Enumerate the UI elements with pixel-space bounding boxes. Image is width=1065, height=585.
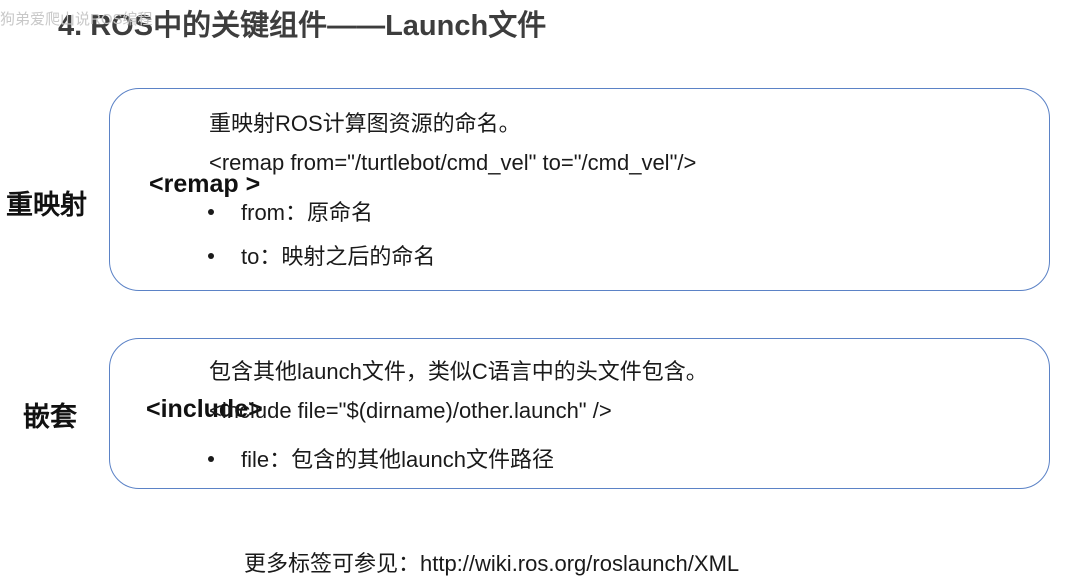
section-label-remap: 重映射 (6, 190, 87, 220)
bullet-text: to：映射之后的命名 (241, 244, 436, 269)
bullet-text: from：原命名 (241, 200, 374, 225)
include-example: <include file="$(dirname)/other.launch" … (209, 398, 612, 423)
include-description: 包含其他launch文件，类似C语言中的头文件包含。 (209, 359, 708, 384)
bullet-dot (208, 209, 214, 216)
footer-reference: 更多标签可参见：http://wiki.ros.org/roslaunch/XM… (244, 551, 740, 576)
remap-bullet-from: from：原命名 (208, 195, 373, 227)
remap-example: <remap from="/turtlebot/cmd_vel" to="/cm… (209, 150, 697, 175)
section-label-include: 嵌套 (23, 402, 77, 432)
include-bullet-file: file：包含的其他launch文件路径 (208, 442, 554, 474)
bullet-dot (208, 456, 214, 463)
bullet-dot (208, 253, 214, 260)
watermark: 狗弟爱爬山说ROS编程 (0, 11, 153, 28)
remap-bullet-to: to：映射之后的命名 (208, 239, 435, 271)
bullet-text: file：包含的其他launch文件路径 (241, 447, 554, 472)
remap-description: 重映射ROS计算图资源的命名。 (209, 111, 521, 136)
